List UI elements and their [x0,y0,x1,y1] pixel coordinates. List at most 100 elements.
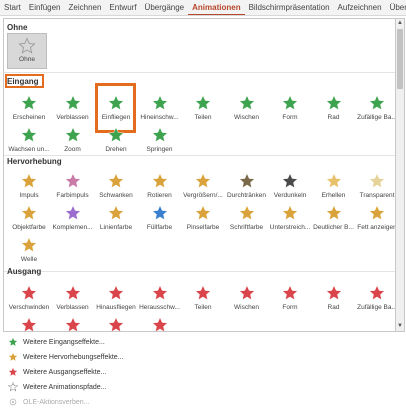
scroll-down-icon[interactable]: ▼ [396,322,404,331]
effect-hervorhebung-16[interactable]: Deutlicher B... [312,201,356,235]
effect-hervorhebung-4[interactable]: Vergrößern/... [181,169,225,203]
star-effect-icon [281,94,299,111]
effect-ausgang-8[interactable]: Zufällige Ba... [355,281,395,315]
empty-star-icon [18,37,36,54]
effect-ausgang-3[interactable]: Herausschw... [138,281,182,315]
effect-hervorhebung-0[interactable]: Impuls [7,169,51,203]
effect-hervorhebung-5[interactable]: Durchtränken [225,169,269,203]
effect-ausgang-10[interactable]: Zoom [51,313,95,331]
effect-hervorhebung-9[interactable]: Objektfarbe [7,201,51,235]
effect-eingang-10[interactable]: Zoom [51,123,95,157]
effect-eingang-2[interactable]: Einfliegen [94,91,138,125]
section-divider [4,72,395,73]
effect-hervorhebung-6[interactable]: Verdunkeln [268,169,312,203]
effect-ausgang-4[interactable]: Teilen [181,281,225,315]
star-effect-icon [151,126,168,143]
tab-bildschirmpraesentation[interactable]: Bildschirmpräsentation [245,0,334,15]
effect-label: Drehen [105,146,127,153]
effect-eingang-0[interactable]: Erscheinen [7,91,51,125]
effect-hervorhebung-13[interactable]: Pinselfarbe [181,201,225,235]
effect-label: Welle [20,256,38,263]
star-effect-icon [64,204,81,221]
effect-eingang-7[interactable]: Rad [312,91,356,125]
effect-hervorhebung-15[interactable]: Unterstreich... [268,201,312,235]
effect-label: Zoom [64,146,81,153]
star-effect-icon [20,316,38,331]
star-effect-icon [64,172,81,189]
effect-label: Deutlicher B... [313,224,354,231]
effect-hervorhebung-2[interactable]: Schwanken [94,169,138,203]
star-effect-icon [107,316,125,331]
star-effect-icon [325,284,342,301]
scroll-thumb[interactable] [397,29,403,89]
effect-label: Fett anzeigen [357,224,395,231]
effect-eingang-1[interactable]: Verblassen [51,91,95,125]
section-header-ohne: Ohne [7,23,28,32]
tab-animationen[interactable]: Animationen [188,0,245,15]
menu-item-label: Weitere Ausgangseffekte... [23,368,107,376]
effect-label: Schriftfarbe [229,224,264,231]
effect-ausgang-11[interactable]: Drehen [94,313,138,331]
effect-label: Hineinschw... [140,114,179,121]
effect-eingang-9[interactable]: Wachsen un... [7,123,51,157]
star-effect-icon [281,172,299,189]
effect-ohne[interactable]: Ohne [7,33,47,69]
star-effect-icon [20,204,38,221]
effect-eingang-6[interactable]: Form [268,91,312,125]
animation-gallery: Ohne Ohne Eingang Hervorhebung Ausgang E… [3,18,395,332]
effect-label: Pinselfarbe [186,224,220,231]
star-effect-icon [368,204,386,221]
effect-hervorhebung-10[interactable]: Komplemen... [51,201,95,235]
menu-weitere-eingangseffekte[interactable]: Weitere Eingangseffekte... [8,336,105,348]
effect-hervorhebung-17[interactable]: Fett anzeigen [355,201,395,235]
menu-item-label: Weitere Eingangseffekte... [23,338,105,346]
effect-eingang-3[interactable]: Hineinschw... [138,91,182,125]
menu-weitere-hervorhebungseffekte[interactable]: Weitere Hervorhebungseffekte... [8,351,124,363]
star-effect-icon [368,172,386,189]
effect-ausgang-1[interactable]: Verblassen [51,281,95,315]
effect-label: Transparent [359,192,395,199]
menu-weitere-ausgangseffekte[interactable]: Weitere Ausgangseffekte... [8,366,106,378]
tab-start[interactable]: Start [0,0,25,15]
effect-ausgang-9[interactable]: Verkleinern ... [7,313,51,331]
effect-hervorhebung-14[interactable]: Schriftfarbe [225,201,269,235]
effect-eingang-5[interactable]: Wischen [225,91,269,125]
menu-weitere-animationspfade[interactable]: Weitere Animationspfade... [8,381,107,393]
effect-label: Teilen [194,304,212,311]
effect-hervorhebung-18[interactable]: Welle [7,233,51,267]
effect-hervorhebung-8[interactable]: Transparent [355,169,395,203]
tab-uebergaenge[interactable]: Übergänge [141,0,189,15]
effect-eingang-12[interactable]: Springen [138,123,182,157]
effect-hervorhebung-3[interactable]: Rotieren [138,169,182,203]
tab-aufzeichnen[interactable]: Aufzeichnen [334,0,386,15]
star-effect-icon [281,284,299,301]
effect-ausgang-12[interactable]: Springen [138,313,182,331]
effect-label: Verblassen [56,114,89,121]
effect-ausgang-5[interactable]: Wischen [225,281,269,315]
star-effect-icon [151,94,168,111]
effect-ausgang-0[interactable]: Verschwinden [7,281,51,315]
effect-hervorhebung-7[interactable]: Erhellen [312,169,356,203]
tab-einfuegen[interactable]: Einfügen [25,0,65,15]
scroll-up-icon[interactable]: ▲ [396,19,404,28]
star-effect-icon [238,284,255,301]
highlight-eingang [5,74,44,88]
effect-eingang-8[interactable]: Zufällige Ba... [355,91,395,125]
effect-ausgang-2[interactable]: Hinausfliegen [94,281,138,315]
tab-entwurf[interactable]: Entwurf [105,0,140,15]
effect-label: Einfliegen [101,114,131,121]
star-effect-icon [368,284,386,301]
star-effect-icon [107,126,125,143]
effect-ausgang-7[interactable]: Rad [312,281,356,315]
tab-zeichnen[interactable]: Zeichnen [65,0,106,15]
effect-hervorhebung-11[interactable]: Linienfarbe [94,201,138,235]
gallery-scrollbar[interactable]: ▲ ▼ [395,18,405,332]
effect-label: Unterstreich... [269,224,311,231]
effect-eingang-4[interactable]: Teilen [181,91,225,125]
green-star-icon [8,337,18,346]
effect-ausgang-6[interactable]: Form [268,281,312,315]
tab-ueberpruefen[interactable]: Überprüfen [386,0,406,15]
effect-eingang-11[interactable]: Drehen [94,123,138,157]
effect-hervorhebung-1[interactable]: Farbimpuls [51,169,95,203]
effect-hervorhebung-12[interactable]: Füllfarbe [138,201,182,235]
